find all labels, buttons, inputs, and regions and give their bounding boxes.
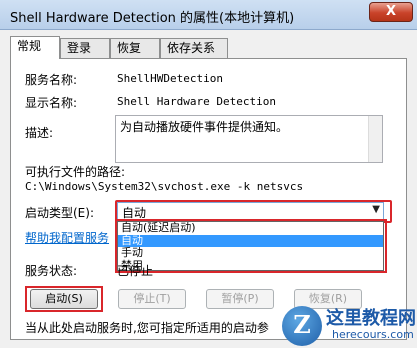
description-scrollbar[interactable] xyxy=(368,116,382,162)
window-title: Shell Hardware Detection 的属性(本地计算机) xyxy=(10,11,295,26)
watermark-name: 这里教程网 xyxy=(326,308,416,329)
help-link[interactable]: 帮助我配置服务 xyxy=(25,229,109,246)
pause-button[interactable]: 暂停(P) xyxy=(206,289,274,309)
tab-logon[interactable]: 登录 xyxy=(60,38,110,58)
watermark-url: herecours.com xyxy=(332,328,414,341)
option-manual[interactable]: 手动 xyxy=(118,247,383,260)
startup-type-label: 启动类型(E): xyxy=(25,206,94,220)
option-auto[interactable]: 自动 xyxy=(118,234,383,247)
tab-recovery[interactable]: 恢复 xyxy=(110,38,160,58)
status-value: 已停止 xyxy=(117,264,154,278)
display-name-label: 显示名称: xyxy=(25,96,78,110)
description-box[interactable]: 为自动播放硬件事件提供通知。 xyxy=(115,115,383,163)
status-label: 服务状态: xyxy=(25,264,78,278)
service-name-label: 服务名称: xyxy=(25,73,78,87)
path-label: 可执行文件的路径: xyxy=(25,165,126,179)
description-label: 描述: xyxy=(25,126,54,140)
watermark-logo-icon: Z xyxy=(282,306,322,346)
tab-general[interactable]: 常规 xyxy=(10,36,60,59)
option-auto-delayed[interactable]: 自动(延迟启动) xyxy=(118,222,383,235)
startup-type-dropdown: 自动(延迟启动) 自动 手动 禁用 xyxy=(117,221,384,271)
chevron-down-icon[interactable]: ▼ xyxy=(372,204,380,215)
start-params-note: 当从此处启动服务时,您可指定所适用的启动参 xyxy=(25,321,269,335)
startup-type-value: 自动 xyxy=(122,206,147,220)
stop-button[interactable]: 停止(T) xyxy=(118,289,186,309)
display-name-value: Shell Hardware Detection xyxy=(117,95,276,108)
close-button[interactable]: X xyxy=(369,2,413,22)
service-name-value: ShellHWDetection xyxy=(117,72,223,85)
general-panel: 服务名称: ShellHWDetection 显示名称: Shell Hardw… xyxy=(10,58,407,340)
description-text: 为自动播放硬件事件提供通知。 xyxy=(120,120,289,134)
title-bar[interactable]: Shell Hardware Detection 的属性(本地计算机) X xyxy=(0,0,417,30)
tab-dependencies[interactable]: 依存关系 xyxy=(160,38,228,58)
path-value: C:\Windows\System32\svchost.exe -k netsv… xyxy=(25,180,304,193)
option-disabled[interactable]: 禁用 xyxy=(118,259,383,273)
start-button[interactable]: 启动(S) xyxy=(30,289,98,309)
startup-type-select[interactable]: 自动 ▼ xyxy=(117,202,384,221)
